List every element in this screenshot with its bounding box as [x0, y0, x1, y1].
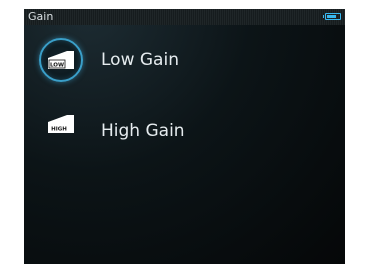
- menu-item-low-gain[interactable]: LOW Low Gain: [24, 37, 345, 83]
- battery-icon: [325, 13, 341, 20]
- low-gain-icon-wrap: LOW: [38, 37, 84, 83]
- menu-item-high-gain[interactable]: HIGH High Gain: [24, 99, 345, 145]
- menu-item-label-low-gain: Low Gain: [101, 50, 179, 70]
- title-bar: Gain: [24, 9, 345, 25]
- low-gain-icon: LOW: [47, 50, 75, 70]
- high-gain-icon-text: HIGH: [51, 127, 67, 133]
- screen-title: Gain: [28, 10, 54, 23]
- high-gain-icon: HIGH: [47, 114, 75, 134]
- menu-item-label-high-gain: High Gain: [101, 121, 185, 141]
- battery-terminal: [323, 15, 324, 18]
- low-gain-icon-text: LOW: [50, 63, 64, 69]
- device-screen: Gain LOW Low Gain HIGH High Gain: [24, 9, 345, 264]
- high-gain-icon-wrap: HIGH: [38, 99, 84, 145]
